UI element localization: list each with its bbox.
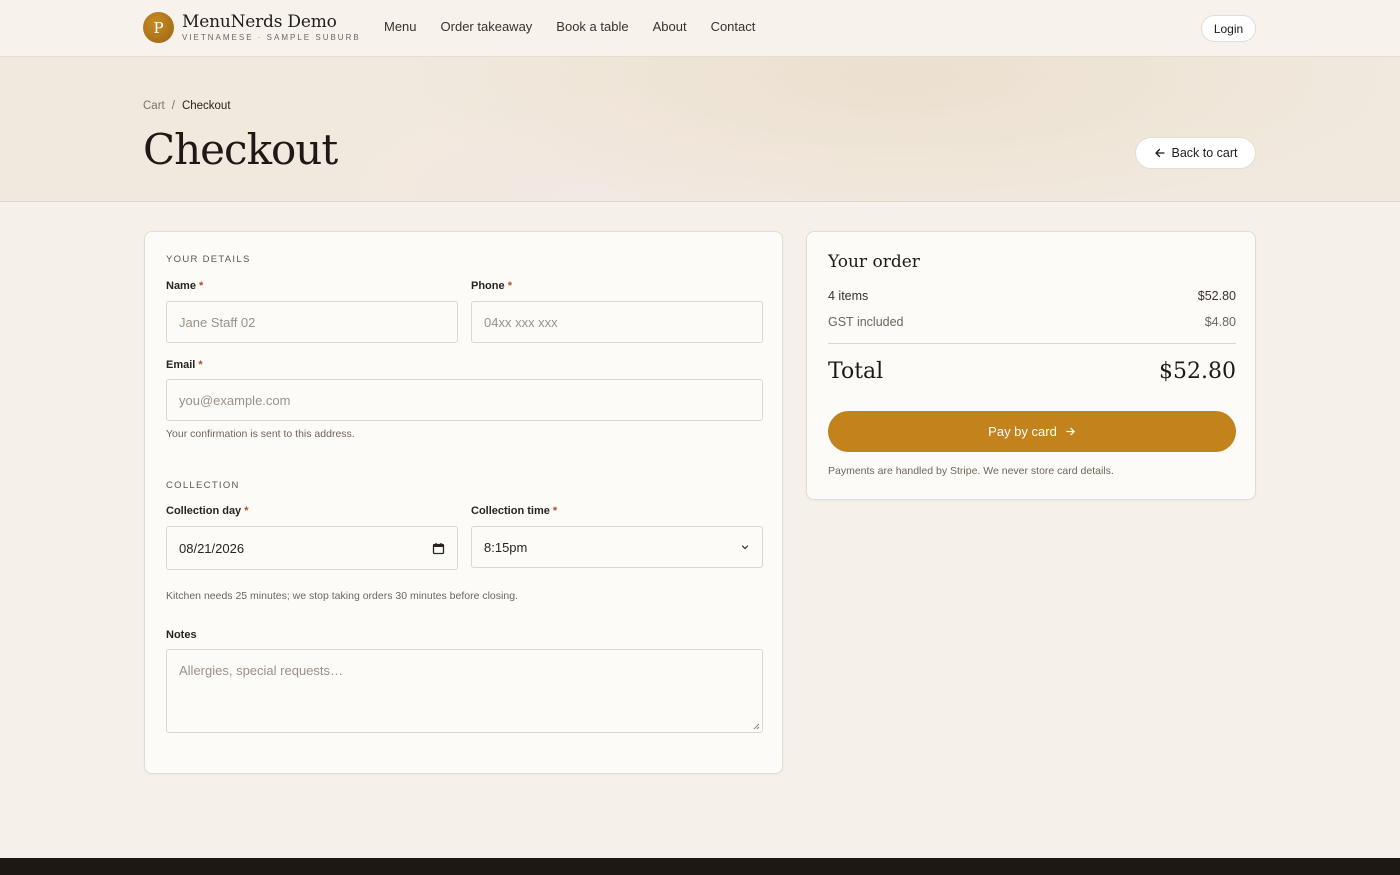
gst-row: GST included $4.80 bbox=[828, 315, 1236, 329]
name-label-text: Name bbox=[166, 280, 196, 292]
collection-day-input[interactable]: 08/21/2026 bbox=[166, 526, 458, 570]
breadcrumb-current: Checkout bbox=[181, 100, 231, 112]
total-row: Total $52.80 bbox=[828, 359, 1236, 384]
gst-amount: $4.80 bbox=[1204, 315, 1236, 329]
order-summary-card: Your order 4 items $52.80 GST included $… bbox=[806, 231, 1256, 500]
page-title: Checkout bbox=[143, 125, 338, 174]
collection-heading: COLLECTION bbox=[166, 480, 240, 491]
collection-time-value: 8:15pm bbox=[484, 539, 528, 555]
your-details-heading: YOUR DETAILS bbox=[166, 254, 251, 265]
required-marker: * bbox=[199, 280, 204, 292]
name-label: Name * bbox=[166, 280, 203, 292]
resize-grip-icon[interactable] bbox=[752, 722, 760, 730]
email-label: Email * bbox=[166, 359, 203, 371]
back-to-cart-button[interactable]: Back to cart bbox=[1135, 137, 1256, 169]
phone-input[interactable]: 04xx xxx xxx bbox=[471, 301, 763, 343]
breadcrumb-cart-link[interactable]: Cart bbox=[143, 100, 165, 112]
nav-item-menu[interactable]: Menu bbox=[384, 19, 417, 34]
email-input[interactable]: you@example.com bbox=[166, 379, 763, 421]
collection-day-value: 08/21/2026 bbox=[179, 540, 245, 556]
footer bbox=[0, 858, 1400, 875]
arrow-left-icon bbox=[1154, 148, 1165, 158]
chevron-down-icon bbox=[741, 545, 749, 550]
collection-time-label: Collection time * bbox=[471, 505, 557, 517]
collection-time-select[interactable]: 8:15pm bbox=[471, 526, 763, 568]
brand-text: MenuNerds Demo VIETNAMESE · SAMPLE SUBUR… bbox=[182, 12, 361, 43]
nav-item-book-a-table[interactable]: Book a table bbox=[556, 19, 628, 34]
email-hint: Your confirmation is sent to this addres… bbox=[166, 428, 355, 440]
breadcrumb-separator: / bbox=[171, 100, 175, 112]
checkout-form-card: YOUR DETAILS Name * Jane Staff 02 Phone … bbox=[144, 231, 783, 774]
phone-label: Phone * bbox=[471, 280, 512, 292]
order-title: Your order bbox=[828, 252, 920, 272]
brand[interactable]: P MenuNerds Demo VIETNAMESE · SAMPLE SUB… bbox=[143, 12, 361, 43]
total-label: Total bbox=[828, 359, 884, 384]
required-marker: * bbox=[244, 505, 249, 517]
divider bbox=[828, 343, 1236, 344]
nav-item-order-takeaway[interactable]: Order takeaway bbox=[441, 19, 533, 34]
name-input[interactable]: Jane Staff 02 bbox=[166, 301, 458, 343]
items-amount: $52.80 bbox=[1197, 289, 1236, 303]
brand-logo: P bbox=[143, 12, 174, 43]
required-marker: * bbox=[198, 359, 203, 371]
nav-item-contact[interactable]: Contact bbox=[711, 19, 756, 34]
nav-item-about[interactable]: About bbox=[653, 19, 687, 34]
page-header: Cart / Checkout Checkout Back to cart bbox=[0, 57, 1400, 202]
brand-subtitle: VIETNAMESE · SAMPLE SUBURB bbox=[182, 33, 361, 42]
collection-day-label: Collection day * bbox=[166, 505, 249, 517]
gst-label: GST included bbox=[828, 315, 904, 329]
collection-time-label-text: Collection time bbox=[471, 505, 550, 517]
pay-by-card-label: Pay by card bbox=[988, 424, 1057, 439]
items-row: 4 items $52.80 bbox=[828, 289, 1236, 303]
breadcrumb: Cart / Checkout bbox=[143, 100, 231, 112]
top-navigation-bar: P MenuNerds Demo VIETNAMESE · SAMPLE SUB… bbox=[0, 0, 1400, 57]
brand-name: MenuNerds Demo bbox=[182, 12, 337, 32]
collection-hint: Kitchen needs 25 minutes; we stop taking… bbox=[166, 590, 518, 602]
arrow-right-icon bbox=[1066, 427, 1075, 436]
total-amount: $52.80 bbox=[1159, 359, 1236, 384]
main-nav: Menu Order takeaway Book a table About C… bbox=[384, 19, 755, 34]
payment-note: Payments are handled by Stripe. We never… bbox=[828, 465, 1114, 477]
calendar-icon[interactable] bbox=[432, 542, 445, 555]
collection-day-label-text: Collection day bbox=[166, 505, 242, 517]
required-marker: * bbox=[552, 505, 558, 517]
notes-textarea[interactable]: Allergies, special requests… bbox=[166, 649, 763, 733]
back-to-cart-label: Back to cart bbox=[1171, 146, 1238, 160]
login-button[interactable]: Login bbox=[1201, 15, 1256, 42]
items-label: 4 items bbox=[828, 289, 869, 303]
notes-placeholder: Allergies, special requests… bbox=[179, 663, 344, 678]
phone-label-text: Phone bbox=[471, 280, 505, 292]
notes-label: Notes bbox=[166, 629, 197, 641]
required-marker: * bbox=[507, 280, 512, 292]
pay-by-card-button[interactable]: Pay by card bbox=[828, 411, 1236, 452]
email-label-text: Email bbox=[166, 359, 196, 371]
